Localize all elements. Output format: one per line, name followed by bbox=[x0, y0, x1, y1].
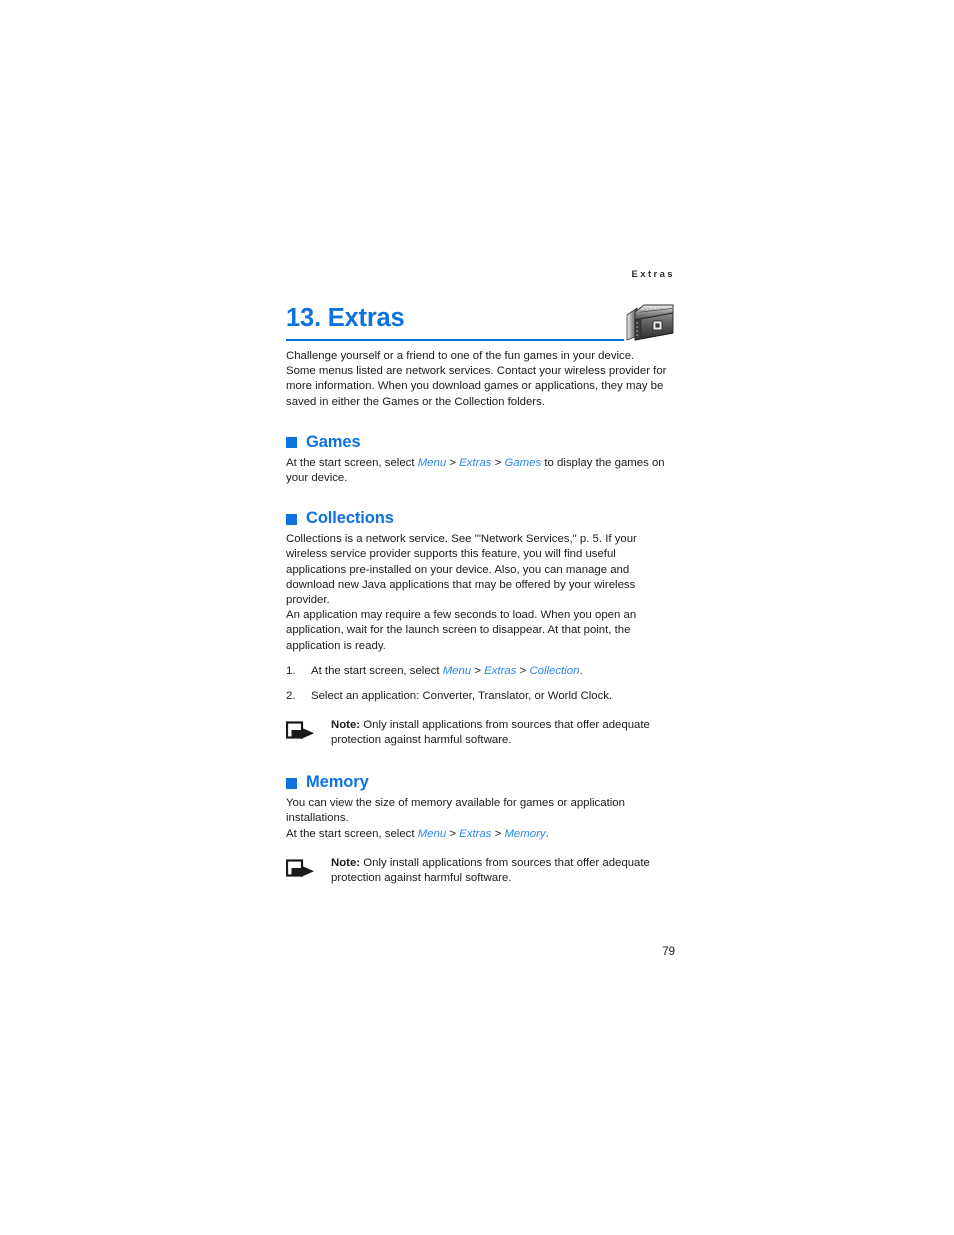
collections-paragraph-1: Collections is a network service. See '"… bbox=[286, 533, 637, 607]
section-heading-memory: Memory bbox=[286, 773, 675, 791]
page-number: 79 bbox=[662, 946, 675, 958]
memory-text-before: At the start screen, select bbox=[286, 827, 418, 840]
note-label: Note: bbox=[331, 719, 361, 732]
list-item: 2. Select an application: Converter, Tran… bbox=[286, 689, 675, 704]
ref-menu[interactable]: Menu bbox=[418, 457, 447, 469]
games-text-before: At the start screen, select bbox=[286, 456, 418, 469]
sep: > bbox=[491, 827, 505, 840]
note-callout-collections: Note: Only install applications from sou… bbox=[285, 718, 675, 750]
page-title: 13. Extras bbox=[286, 304, 405, 332]
step-text-before: At the start screen, select bbox=[311, 664, 443, 677]
chapter-header: 13. Extras bbox=[286, 303, 675, 349]
section-heading-games: Games bbox=[286, 433, 675, 451]
square-bullet-icon bbox=[286, 777, 297, 789]
sep: > bbox=[446, 827, 460, 840]
list-item: 1. At the start screen, select Menu > Ext… bbox=[286, 664, 675, 679]
sep: > bbox=[471, 664, 485, 677]
sep: > bbox=[446, 456, 460, 469]
note-label: Note: bbox=[331, 856, 361, 869]
note-text: Note: Only install applications from sou… bbox=[331, 856, 675, 886]
note-arrow-icon bbox=[285, 721, 318, 746]
note-text: Note: Only install applications from sou… bbox=[331, 718, 675, 748]
memory-paragraph-2: At the start screen, select Menu > Extra… bbox=[286, 827, 675, 842]
note-callout-memory: Note: Only install applications from sou… bbox=[285, 856, 675, 888]
ref-collection[interactable]: Collection bbox=[529, 665, 579, 677]
intro-paragraph-2: Some menus listed are network services. … bbox=[286, 365, 667, 408]
note-body: Only install applications from sources t… bbox=[331, 719, 650, 747]
collections-steps: 1. At the start screen, select Menu > Ext… bbox=[286, 664, 675, 704]
games-paragraph: At the start screen, select Menu > Extra… bbox=[286, 456, 675, 486]
ref-extras[interactable]: Extras bbox=[459, 828, 491, 840]
step-text: Select an application: Converter, Transl… bbox=[311, 690, 613, 703]
section-title-games: Games bbox=[306, 432, 361, 451]
ref-extras[interactable]: Extras bbox=[459, 457, 491, 469]
section-title-collections: Collections bbox=[306, 509, 394, 528]
memory-paragraph-1: You can view the size of memory availabl… bbox=[286, 797, 625, 825]
section-heading-collections: Collections bbox=[286, 509, 675, 527]
sep: > bbox=[516, 664, 530, 677]
treasure-chest-icon bbox=[624, 299, 676, 343]
collections-paragraph-2: An application may require a few seconds… bbox=[286, 609, 637, 652]
memory-text-after: . bbox=[545, 827, 549, 840]
intro-paragraph-1: Challenge yourself or a friend to one of… bbox=[286, 350, 635, 362]
ref-memory[interactable]: Memory bbox=[504, 828, 545, 840]
step-number: 2. bbox=[286, 690, 296, 703]
note-arrow-icon bbox=[285, 859, 318, 884]
title-divider bbox=[286, 339, 624, 341]
step-number: 1. bbox=[286, 664, 296, 677]
square-bullet-icon bbox=[286, 437, 297, 449]
note-body: Only install applications from sources t… bbox=[331, 856, 650, 885]
square-bullet-icon bbox=[286, 513, 297, 525]
step-text-after: . bbox=[579, 664, 583, 677]
ref-games[interactable]: Games bbox=[504, 457, 541, 469]
ref-menu[interactable]: Menu bbox=[443, 665, 472, 677]
section-title-memory: Memory bbox=[306, 773, 369, 792]
document-page: Extras 13. Extras Challenge yourself or … bbox=[0, 0, 954, 1235]
running-header: Extras bbox=[631, 269, 675, 280]
sep: > bbox=[491, 456, 505, 469]
page-content: Extras 13. Extras Challenge yourself or … bbox=[285, 268, 675, 888]
ref-extras[interactable]: Extras bbox=[484, 665, 516, 677]
ref-menu[interactable]: Menu bbox=[418, 828, 447, 840]
